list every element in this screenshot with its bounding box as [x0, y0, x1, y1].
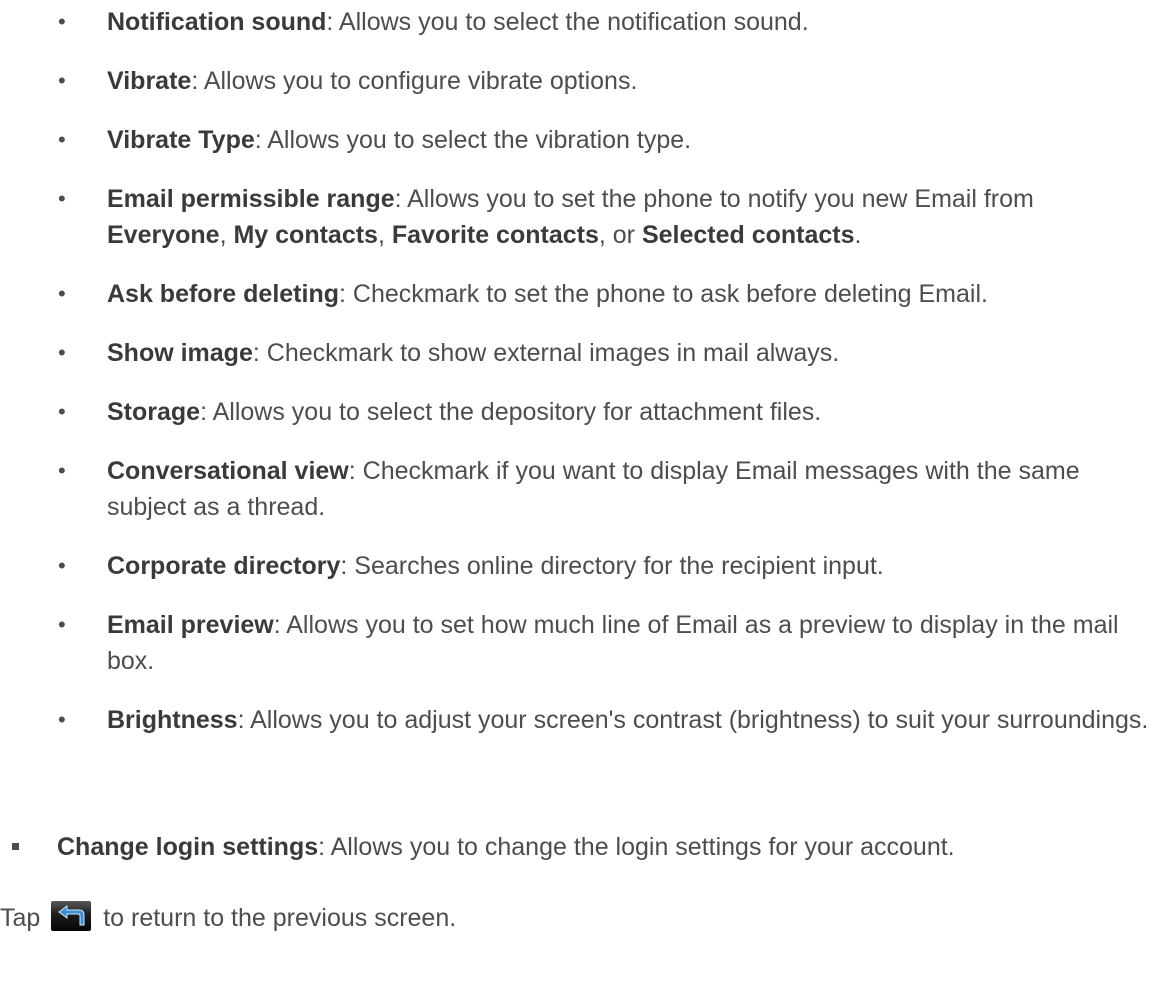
- item-description: : Allows you to change the login setting…: [318, 833, 955, 861]
- item-term: Vibrate Type: [107, 126, 255, 154]
- bullet-icon: •: [58, 612, 66, 637]
- option-my-contacts: My contacts: [233, 221, 378, 249]
- bullet-icon: •: [58, 127, 66, 152]
- item-description: : Searches online directory for the reci…: [340, 552, 884, 580]
- item-description: : Checkmark to set the phone to ask befo…: [339, 280, 988, 308]
- list-item: • Show image: Checkmark to show external…: [56, 335, 1156, 371]
- instruction-line: Tap to return to the previous screen.: [0, 900, 1160, 936]
- list-item: • Corporate directory: Searches online d…: [56, 548, 1156, 584]
- bullet-icon: •: [58, 458, 66, 483]
- terminal-punctuation: .: [854, 221, 862, 249]
- item-term: Corporate directory: [107, 552, 341, 580]
- item-term: Email permissible range: [107, 185, 395, 213]
- settings-sub-list: • Notification sound: Allows you to sele…: [56, 4, 1156, 761]
- item-term: Brightness: [107, 706, 238, 734]
- top-level-list-item: Change login settings: Allows you to cha…: [12, 829, 1163, 865]
- item-description: : Allows you to configure vibrate option…: [191, 67, 638, 95]
- item-term: Notification sound: [107, 8, 327, 36]
- list-item: • Ask before deleting: Checkmark to set …: [56, 276, 1156, 312]
- list-item: • Conversational view: Checkmark if you …: [56, 453, 1156, 525]
- separator: , or: [598, 221, 642, 249]
- item-description: : Allows you to select the vibration typ…: [254, 126, 692, 154]
- list-item: • Email preview: Allows you to set how m…: [56, 607, 1156, 679]
- list-item: • Storage: Allows you to select the depo…: [56, 394, 1156, 430]
- bullet-icon: •: [58, 9, 66, 34]
- option-selected-contacts: Selected contacts: [641, 221, 855, 249]
- bullet-icon: •: [58, 707, 66, 732]
- item-term: Conversational view: [107, 457, 349, 485]
- back-icon: [51, 901, 92, 931]
- item-description: : Allows you to select the depository fo…: [200, 398, 822, 426]
- item-term: Storage: [107, 398, 201, 426]
- option-everyone: Everyone: [107, 221, 220, 249]
- item-term: Change login settings: [57, 833, 319, 861]
- bullet-icon: •: [58, 186, 66, 211]
- separator: ,: [219, 221, 234, 249]
- list-item: • Vibrate Type: Allows you to select the…: [56, 122, 1156, 158]
- option-favorite-contacts: Favorite contacts: [391, 221, 599, 249]
- bullet-icon: •: [58, 340, 66, 365]
- bullet-icon: •: [58, 68, 66, 93]
- item-description: : Allows you to set the phone to notify …: [394, 185, 1034, 213]
- bullet-icon: •: [58, 399, 66, 424]
- item-description: : Allows you to select the notification …: [326, 8, 809, 36]
- separator: ,: [377, 221, 392, 249]
- item-term: Vibrate: [107, 67, 192, 95]
- item-term: Show image: [107, 339, 253, 367]
- instruction-text-before: Tap: [0, 904, 48, 932]
- list-item: • Vibrate: Allows you to configure vibra…: [56, 63, 1156, 99]
- item-description: : Allows you to adjust your screen's con…: [237, 706, 1149, 734]
- list-item: • Email permissible range: Allows you to…: [56, 181, 1156, 253]
- list-item: • Notification sound: Allows you to sele…: [56, 4, 1156, 40]
- bullet-icon: •: [58, 553, 66, 578]
- bullet-icon: •: [58, 281, 66, 306]
- square-bullet-icon: [12, 843, 19, 850]
- document-page: • Notification sound: Allows you to sele…: [0, 0, 1163, 987]
- instruction-text-after: to return to the previous screen.: [96, 904, 457, 932]
- item-description: : Checkmark to show external images in m…: [252, 339, 840, 367]
- list-item: • Brightness: Allows you to adjust your …: [56, 702, 1156, 738]
- item-term: Email preview: [107, 611, 274, 639]
- item-term: Ask before deleting: [107, 280, 339, 308]
